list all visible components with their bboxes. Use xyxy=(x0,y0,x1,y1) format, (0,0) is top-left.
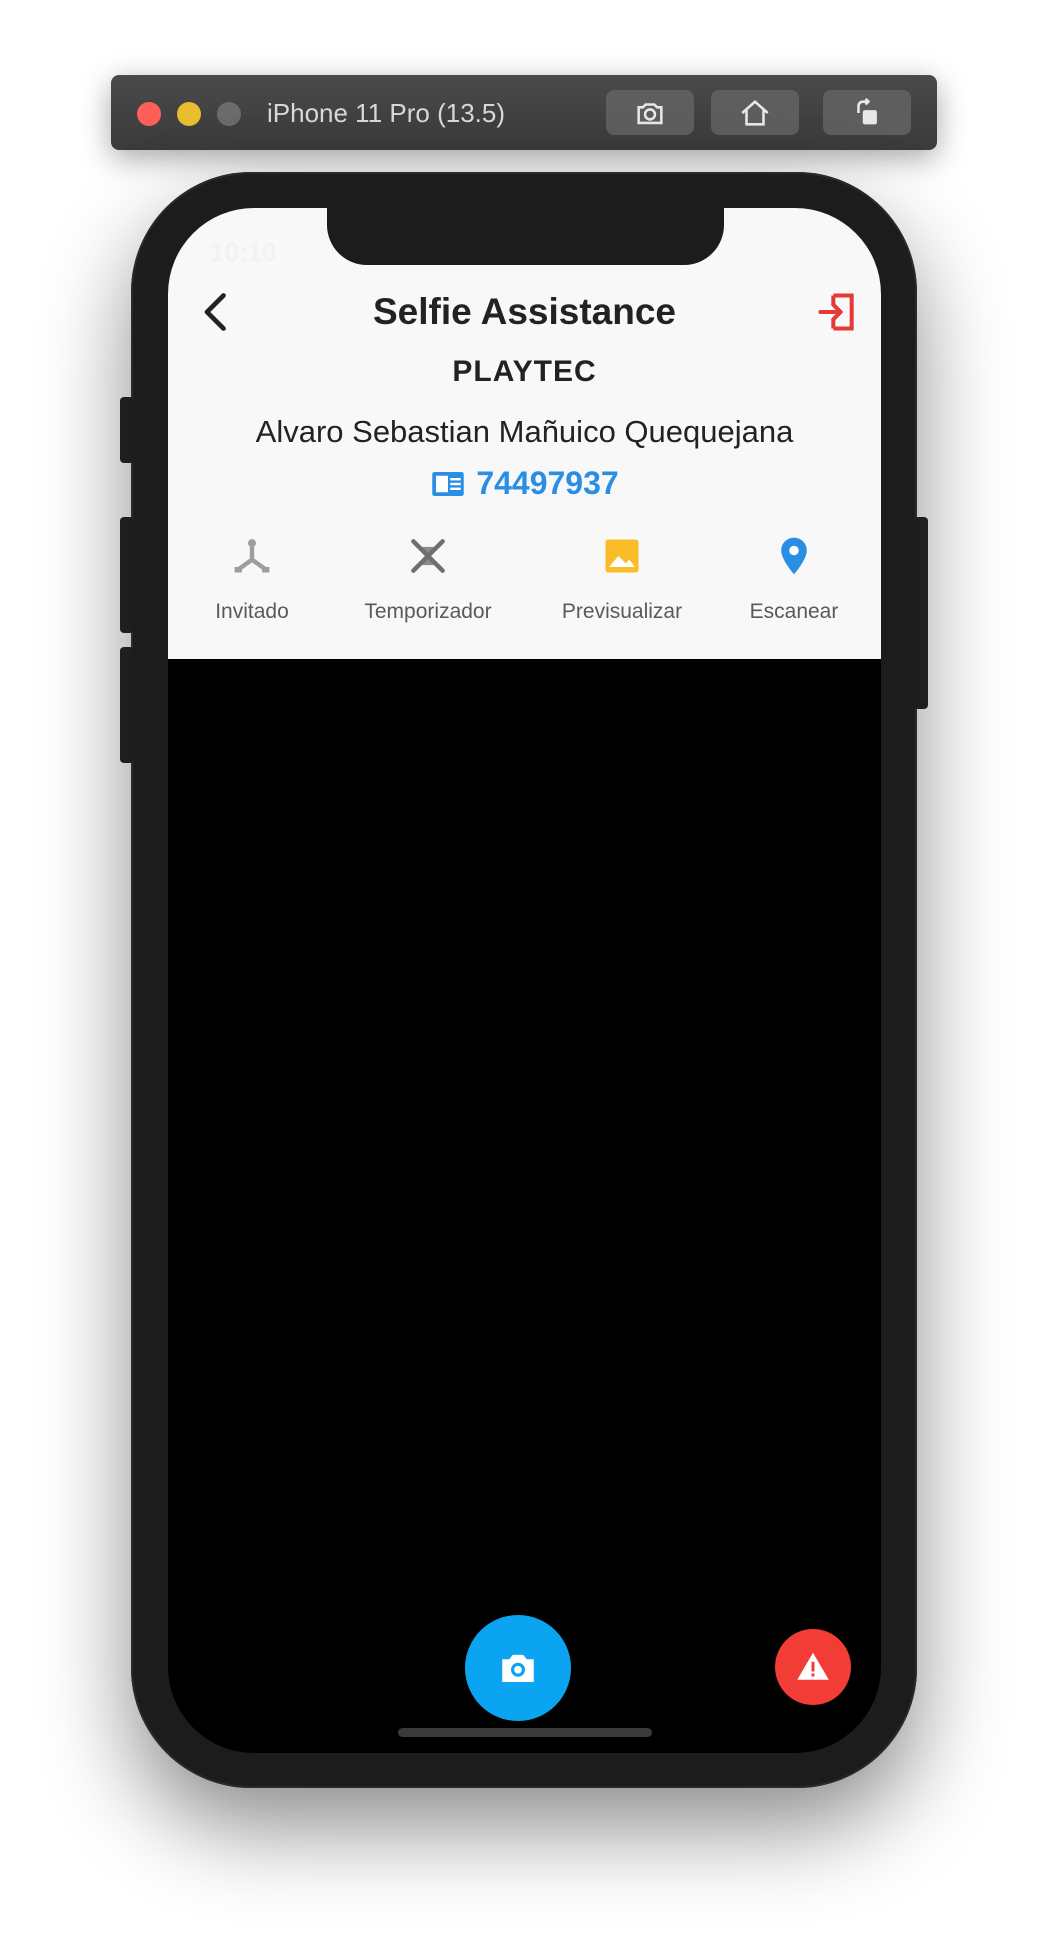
simulator-window-bar: iPhone 11 Pro (13.5) xyxy=(111,75,937,150)
home-icon xyxy=(741,99,769,126)
document-row: 74497937 xyxy=(168,465,881,502)
person-name: Alvaro Sebastian Mañuico Quequejana xyxy=(255,414,794,449)
company-name: PLAYTEC xyxy=(452,355,597,388)
rotate-button[interactable] xyxy=(823,90,911,135)
id-card-icon xyxy=(432,471,465,496)
action-label-temporizador: Temporizador xyxy=(364,600,492,623)
zoom-window-button[interactable] xyxy=(217,102,241,126)
mute-switch xyxy=(120,397,134,463)
page-title: Selfie Assistance xyxy=(372,291,676,332)
home-button[interactable] xyxy=(711,90,799,135)
close-window-button[interactable] xyxy=(137,102,161,126)
home-indicator[interactable] xyxy=(398,1728,652,1737)
rotate-icon xyxy=(857,97,877,124)
location-pin-icon xyxy=(781,537,807,575)
notch xyxy=(327,208,724,265)
action-bar: Invitado Temporizador Previsualizar Esca… xyxy=(168,534,881,644)
image-icon xyxy=(605,539,639,573)
warning-icon xyxy=(797,1652,829,1680)
status-time: 10:10 xyxy=(210,237,277,267)
capture-photo-button[interactable] xyxy=(465,1615,571,1721)
app-header: 10:10 Selfie Assistance PLAYTEC Alvaro S… xyxy=(168,208,881,659)
volume-up-button xyxy=(120,517,134,633)
volume-down-button xyxy=(120,647,134,763)
action-escanear[interactable]: Escanear xyxy=(704,534,881,624)
document-number: 74497937 xyxy=(476,465,619,501)
merge-icon xyxy=(234,539,270,573)
action-label-escanear: Escanear xyxy=(749,600,839,623)
screenshot-icon xyxy=(637,102,663,124)
logout-icon[interactable] xyxy=(815,290,859,334)
action-label-invitado: Invitado xyxy=(215,600,289,623)
phone-screen: 10:10 Selfie Assistance PLAYTEC Alvaro S… xyxy=(168,208,881,1753)
action-invitado[interactable]: Invitado xyxy=(168,534,342,624)
camera-icon xyxy=(502,1654,534,1682)
simulator-title: iPhone 11 Pro (13.5) xyxy=(267,98,505,128)
action-previsualizar[interactable]: Previsualizar xyxy=(532,534,712,624)
timer-off-icon xyxy=(411,539,445,573)
screenshot-button[interactable] xyxy=(606,90,694,135)
action-label-previsualizar: Previsualizar xyxy=(561,600,683,623)
action-temporizador[interactable]: Temporizador xyxy=(338,534,518,624)
power-button xyxy=(914,517,928,709)
alert-button[interactable] xyxy=(775,1629,851,1705)
minimize-window-button[interactable] xyxy=(177,102,201,126)
